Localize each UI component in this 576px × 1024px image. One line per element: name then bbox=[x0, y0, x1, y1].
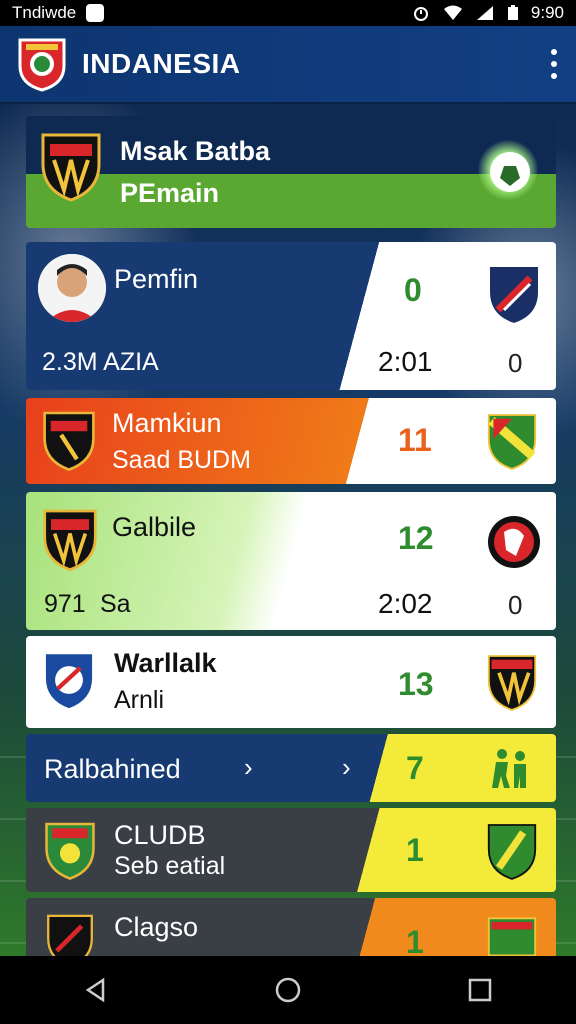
ball-glyph-icon bbox=[490, 152, 530, 192]
indonesia-logo-icon[interactable] bbox=[16, 36, 68, 92]
match-extra: 0 bbox=[508, 590, 523, 620]
club-score: 1 bbox=[406, 924, 424, 956]
match-sub: Sa bbox=[100, 590, 131, 618]
carrier-label: Tndiwde bbox=[12, 3, 77, 22]
match-score: 11 bbox=[398, 422, 432, 458]
match-score: 13 bbox=[398, 666, 434, 702]
match-card-3[interactable]: Galbile 971 Sa 12 2:02 0 bbox=[26, 492, 556, 630]
battery-icon bbox=[507, 5, 518, 20]
match-name: Galbile bbox=[112, 512, 197, 542]
club-name: Clagso bbox=[114, 912, 199, 942]
club-crest-icon bbox=[43, 651, 95, 712]
match-sub: 2.3M AZIA bbox=[42, 348, 159, 376]
player-avatar bbox=[38, 254, 106, 322]
match-name: Warllalk bbox=[114, 648, 217, 678]
match-score: 12 bbox=[398, 520, 434, 556]
opponent-crest-icon bbox=[488, 265, 540, 326]
club-card-2[interactable]: Clagso 1 bbox=[26, 898, 556, 956]
match-score: 0 bbox=[404, 272, 422, 308]
clock: 9:90 bbox=[530, 3, 564, 22]
header-subtitle: PEmain bbox=[120, 178, 220, 208]
header-card[interactable]: Msak Batba PEmain bbox=[26, 116, 556, 228]
match-extra: 0 bbox=[508, 348, 523, 378]
club-sub: Seb eatial bbox=[114, 852, 226, 880]
overflow-menu-icon[interactable] bbox=[548, 49, 560, 79]
app-bar: INDANESIA bbox=[0, 26, 576, 104]
club-crest-icon bbox=[41, 133, 101, 202]
system-nav-bar bbox=[0, 956, 576, 1024]
club-crest-icon bbox=[47, 914, 93, 956]
alarm-icon bbox=[413, 7, 428, 21]
opponent-crest-icon bbox=[487, 414, 537, 470]
section-label: Ralbahined bbox=[44, 754, 181, 784]
club-crest-icon bbox=[43, 509, 97, 572]
wifi-icon bbox=[443, 5, 462, 20]
status-bar: Tndiwde 9:90 bbox=[0, 0, 576, 26]
match-card-1[interactable]: Pemfin 2.3M AZIA 0 2:01 0 bbox=[26, 242, 556, 390]
match-time: 2:02 bbox=[378, 588, 433, 619]
match-time: 2:01 bbox=[378, 346, 433, 377]
match-number: 971 bbox=[44, 590, 86, 618]
players-icon bbox=[492, 749, 526, 788]
match-sub: Saad BUDM bbox=[112, 446, 251, 474]
signal-icon bbox=[476, 6, 493, 20]
section-row[interactable]: Ralbahined › › 7 bbox=[26, 734, 556, 802]
opponent-crest-icon bbox=[487, 824, 537, 880]
opponent-crest-icon bbox=[487, 655, 537, 711]
match-card-4[interactable]: Warllalk Arnli 13 bbox=[26, 636, 556, 728]
opponent-crest-icon bbox=[488, 516, 540, 568]
notification-icon bbox=[86, 4, 105, 22]
club-score: 1 bbox=[406, 832, 424, 868]
match-name: Pemfin bbox=[114, 264, 199, 294]
match-card-2[interactable]: Mamkiun Saad BUDM 11 bbox=[26, 398, 556, 484]
app-title: INDANESIA bbox=[82, 48, 241, 79]
back-icon[interactable] bbox=[83, 977, 109, 1003]
club-crest-icon bbox=[43, 411, 95, 472]
player-face-icon bbox=[38, 254, 106, 322]
club-crest-icon bbox=[45, 822, 95, 880]
club-card-1[interactable]: CLUDB Seb eatial 1 bbox=[26, 808, 556, 892]
header-title: Msak Batba bbox=[120, 136, 271, 166]
club-name: CLUDB bbox=[114, 820, 206, 850]
match-name: Mamkiun bbox=[112, 408, 222, 438]
chevron-right-icon[interactable]: › bbox=[342, 752, 351, 783]
section-value: 7 bbox=[406, 750, 424, 786]
chevron-right-icon[interactable]: › bbox=[244, 752, 253, 783]
match-sub: Arnli bbox=[114, 686, 165, 714]
recents-icon[interactable] bbox=[467, 977, 493, 1003]
opponent-crest-icon bbox=[487, 917, 537, 956]
home-icon[interactable] bbox=[274, 976, 302, 1004]
